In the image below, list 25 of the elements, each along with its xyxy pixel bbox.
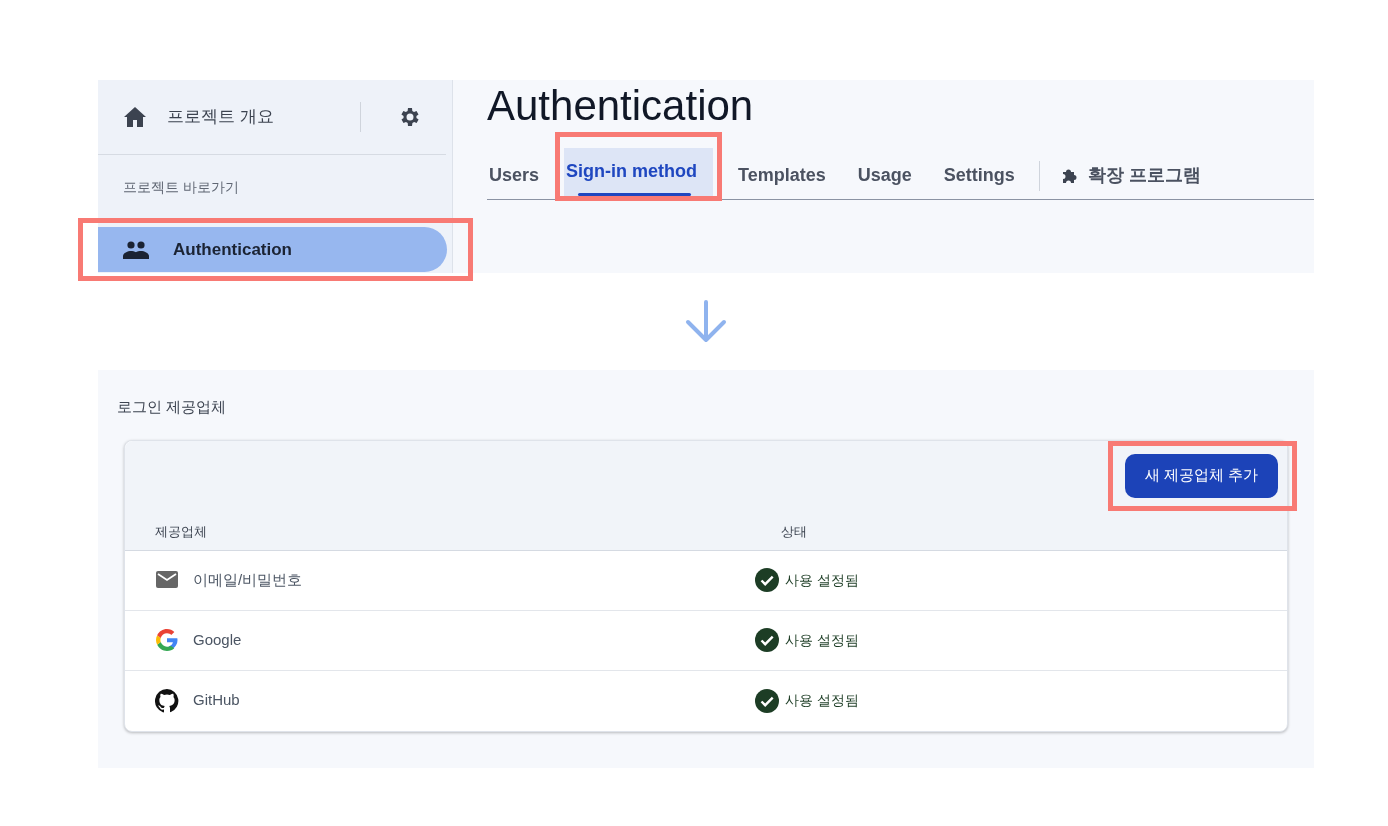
provider-name: Google [193, 629, 242, 650]
sidebar-item[interactable]: Authentication [98, 227, 447, 272]
section-title: 로그인 제공업체 [117, 397, 228, 417]
status-text: 사용 설정됨 [785, 630, 859, 650]
provider-name: GitHub [193, 690, 240, 711]
google-logo-icon [155, 628, 179, 652]
home-icon[interactable] [123, 106, 147, 128]
sidebar-section-title: 프로젝트 바로가기 [122, 178, 240, 197]
tab[interactable]: Templates [722, 151, 842, 200]
project-overview-link[interactable]: 프로젝트 개요 [167, 104, 360, 130]
tab[interactable]: Users [487, 151, 556, 200]
github-logo-icon [155, 688, 179, 713]
tab[interactable]: Settings [927, 151, 1031, 200]
status-text: 사용 설정됨 [785, 570, 859, 590]
provider-name: 이메일/비밀번호 [193, 569, 303, 590]
add-provider-button[interactable]: 새 제공업체 추가 [1124, 453, 1278, 498]
page-title: Authentication [487, 81, 755, 131]
tab[interactable]: Sign-in method [564, 147, 714, 196]
column-header: 상태 [781, 523, 807, 541]
tab[interactable]: 확장 프로그램 [1043, 151, 1217, 200]
people-icon [123, 240, 149, 259]
tab[interactable]: Usage [841, 151, 928, 200]
envelope-icon [155, 570, 179, 590]
column-header: 제공업체 [155, 523, 207, 541]
status-text: 사용 설정됨 [785, 691, 859, 710]
